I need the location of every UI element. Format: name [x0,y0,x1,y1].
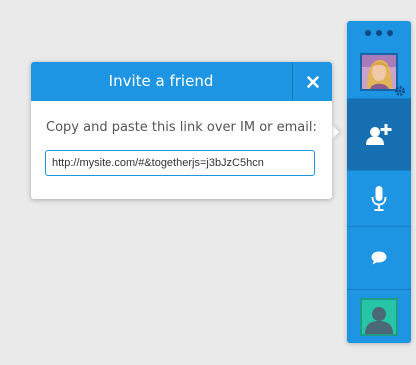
gear-icon [395,85,405,96]
modal-header: Invite a friend [31,62,332,101]
invite-instructions: Copy and paste this link over IM or emai… [46,120,317,135]
peer-avatar-icon [360,297,398,336]
invite-link-field[interactable] [45,150,315,176]
microphone-icon [371,185,387,211]
invite-friend-modal: Invite a friend Copy and paste this link… [31,62,332,199]
peer-participant-button[interactable] [347,289,411,343]
chat-bubble-icon [371,251,387,265]
audio-chat-button[interactable] [347,170,411,226]
add-user-icon [366,123,392,145]
togetherjs-dock [347,21,411,343]
more-dots-icon [365,30,371,36]
modal-title: Invite a friend [108,72,214,90]
user-avatar-icon [360,52,398,91]
close-icon [306,75,319,88]
dock-menu-button[interactable] [347,21,411,45]
close-button[interactable] [292,62,332,101]
chat-button[interactable] [347,226,411,289]
self-profile-button[interactable] [347,45,411,98]
invite-button[interactable] [347,98,411,170]
